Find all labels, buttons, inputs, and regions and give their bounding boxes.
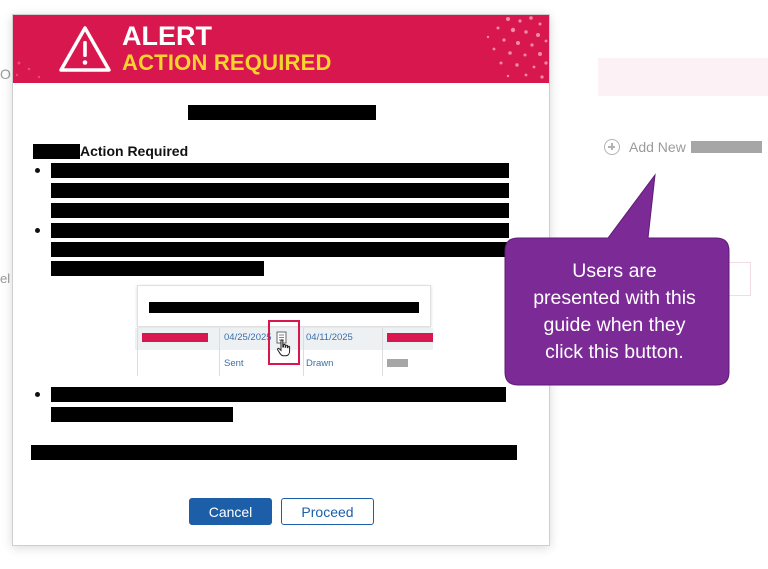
callout-text: Users are presented with this guide when… [506,258,723,366]
callout-line: Users are [572,260,657,282]
callout-line: presented with this [533,287,696,309]
callout-line: click this button. [545,341,684,363]
callout-line: guide when they [543,314,686,336]
